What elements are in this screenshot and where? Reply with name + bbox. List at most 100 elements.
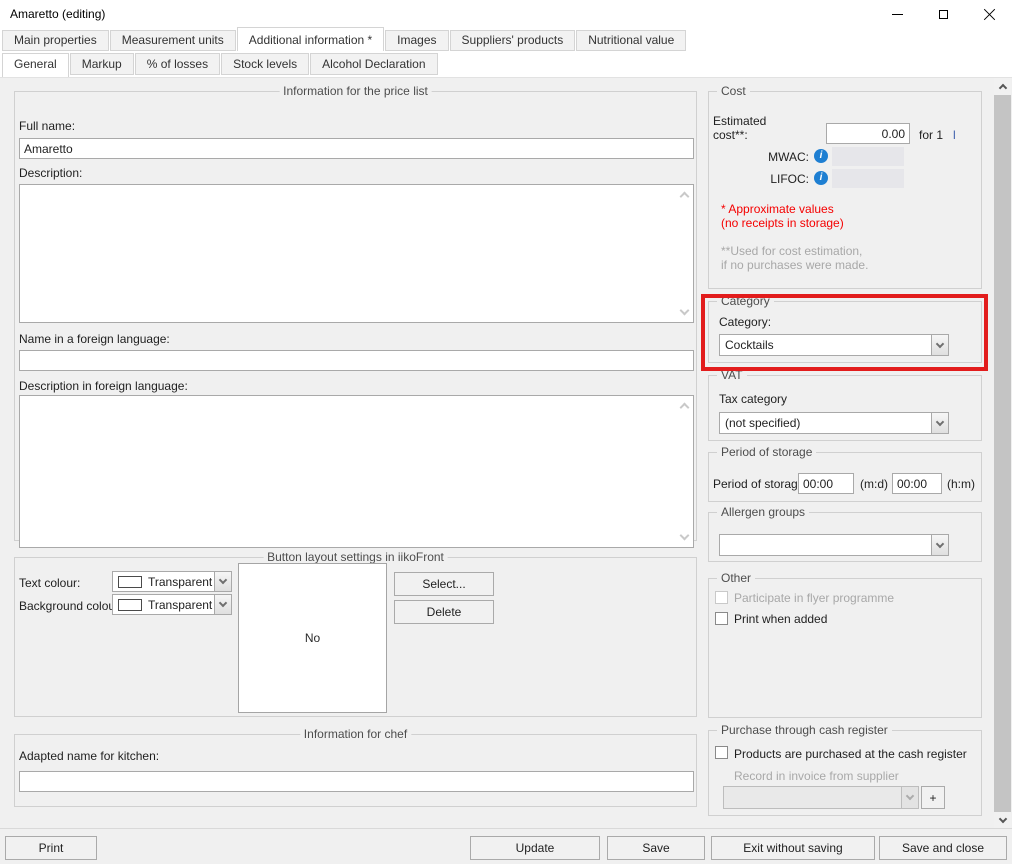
button-layout-group: Button layout settings in iikoFront Text… [14, 557, 697, 717]
price-list-group: Information for the price list Full name… [14, 91, 697, 541]
allergen-dropdown[interactable] [719, 534, 949, 556]
exit-without-saving-button[interactable]: Exit without saving [711, 836, 875, 860]
print-when-added-checkbox[interactable] [715, 612, 728, 625]
tab-measurement-units[interactable]: Measurement units [110, 30, 236, 51]
dropdown-button[interactable] [931, 413, 948, 433]
tab-nutritional-value[interactable]: Nutritional value [576, 30, 686, 51]
mwac-info-icon[interactable]: i [814, 149, 828, 163]
scroll-up-icon[interactable] [680, 192, 690, 202]
tab-main-properties[interactable]: Main properties [2, 30, 109, 51]
estimated-cost-input[interactable] [826, 123, 910, 144]
period-of-storage-label: Period of storage [713, 477, 804, 491]
scrollbar-thumb[interactable] [994, 95, 1011, 812]
title-bar: Amaretto (editing) [0, 0, 1012, 28]
foreign-name-input[interactable] [19, 350, 694, 371]
lifoc-info-icon[interactable]: i [814, 171, 828, 185]
scroll-down-icon[interactable] [680, 306, 690, 316]
lifoc-field [832, 169, 904, 188]
subtab-stock-levels[interactable]: Stock levels [221, 53, 309, 75]
sub-tab-bar: General Markup % of losses Stock levels … [0, 51, 1012, 77]
add-invoice-button[interactable]: + [921, 786, 945, 809]
scroll-up-icon[interactable] [680, 403, 690, 413]
allergen-group-title: Allergen groups [717, 505, 809, 519]
adapted-name-input[interactable] [19, 771, 694, 792]
subtab-general[interactable]: General [2, 53, 69, 77]
tab-suppliers-products[interactable]: Suppliers' products [450, 30, 576, 51]
save-button[interactable]: Save [607, 836, 705, 860]
chevron-down-icon [906, 792, 914, 800]
scrollbar-up-button[interactable] [994, 78, 1011, 95]
minimize-icon [892, 14, 903, 15]
text-colour-value: Transparent [148, 575, 212, 589]
scroll-down-icon[interactable] [680, 531, 690, 541]
select-image-button[interactable]: Select... [394, 572, 494, 596]
unit-label[interactable]: l [953, 128, 956, 142]
subtab-percent-of-losses[interactable]: % of losses [135, 53, 220, 75]
scrollbar-down-button[interactable] [994, 812, 1011, 829]
other-group-title: Other [717, 571, 755, 585]
chef-group-title: Information for chef [300, 727, 411, 741]
storage-group-title: Period of storage [717, 445, 816, 459]
dropdown-button[interactable] [214, 595, 231, 614]
for-quantity-label: for 1 [919, 128, 943, 142]
vat-group-title: VAT [717, 368, 747, 382]
background-colour-dropdown[interactable]: Transparent [112, 594, 232, 615]
maximize-icon [939, 10, 948, 19]
approx-note-line1: * Approximate values [721, 202, 834, 216]
dropdown-button[interactable] [931, 535, 948, 555]
chevron-down-icon [219, 576, 227, 584]
record-invoice-label: Record in invoice from supplier [734, 769, 899, 783]
storage-md-input[interactable] [798, 473, 854, 494]
background-colour-value: Transparent [148, 598, 212, 612]
storage-hm-input[interactable] [892, 473, 942, 494]
text-colour-dropdown[interactable]: Transparent [112, 571, 232, 592]
close-icon [983, 8, 996, 21]
minimize-button[interactable] [880, 0, 914, 28]
usage-note-line1: **Used for cost estimation, [721, 244, 862, 258]
flyer-programme-label: Participate in flyer programme [734, 591, 894, 605]
category-dropdown[interactable]: Cocktails [719, 334, 949, 356]
purchased-at-register-checkbox[interactable] [715, 746, 728, 759]
storage-md-unit: (m:d) [860, 477, 888, 491]
maximize-button[interactable] [926, 0, 960, 28]
button-layout-group-title: Button layout settings in iikoFront [263, 550, 448, 564]
close-button[interactable] [972, 0, 1006, 28]
foreign-description-label: Description in foreign language: [19, 379, 188, 393]
chevron-down-icon [219, 599, 227, 607]
content-area: Information for the price list Full name… [0, 77, 1012, 828]
button-preview-box: No [238, 563, 387, 713]
mwac-label: MWAC: [739, 150, 809, 164]
foreign-name-label: Name in a foreign language: [19, 332, 170, 346]
tab-additional-information[interactable]: Additional information * [237, 27, 384, 51]
description-textarea[interactable] [19, 184, 694, 323]
subtab-markup[interactable]: Markup [70, 53, 134, 75]
delete-image-button[interactable]: Delete [394, 600, 494, 624]
print-button[interactable]: Print [5, 836, 97, 860]
window-title: Amaretto (editing) [10, 7, 105, 21]
chevron-down-icon [936, 339, 944, 347]
dropdown-button[interactable] [214, 572, 231, 591]
price-list-group-title: Information for the price list [279, 84, 432, 98]
subtab-alcohol-declaration[interactable]: Alcohol Declaration [310, 53, 437, 75]
foreign-description-textarea[interactable] [19, 395, 694, 548]
chevron-up-icon [998, 84, 1006, 92]
tab-images[interactable]: Images [385, 30, 448, 51]
tax-category-dropdown[interactable]: (not specified) [719, 412, 949, 434]
category-group-title: Category [717, 294, 774, 308]
adapted-name-label: Adapted name for kitchen: [19, 749, 159, 763]
tax-category-label: Tax category [719, 392, 787, 406]
colour-swatch [118, 599, 142, 611]
cost-group: Cost Estimated cost**: for 1 l MWAC: i L… [708, 91, 982, 289]
dropdown-button[interactable] [931, 335, 948, 355]
storage-hm-unit: (h:m) [947, 477, 975, 491]
full-name-input[interactable] [19, 138, 694, 159]
chevron-down-icon [936, 539, 944, 547]
usage-note-line2: if no purchases were made. [721, 258, 868, 272]
approx-note-line2: (no receipts in storage) [721, 216, 844, 230]
vertical-scrollbar[interactable] [994, 78, 1011, 829]
purchase-group: Purchase through cash register Products … [708, 730, 982, 816]
background-colour-label: Background colour: [19, 599, 122, 613]
update-button[interactable]: Update [470, 836, 600, 860]
button-preview-text: No [305, 631, 320, 645]
save-and-close-button[interactable]: Save and close [879, 836, 1007, 860]
